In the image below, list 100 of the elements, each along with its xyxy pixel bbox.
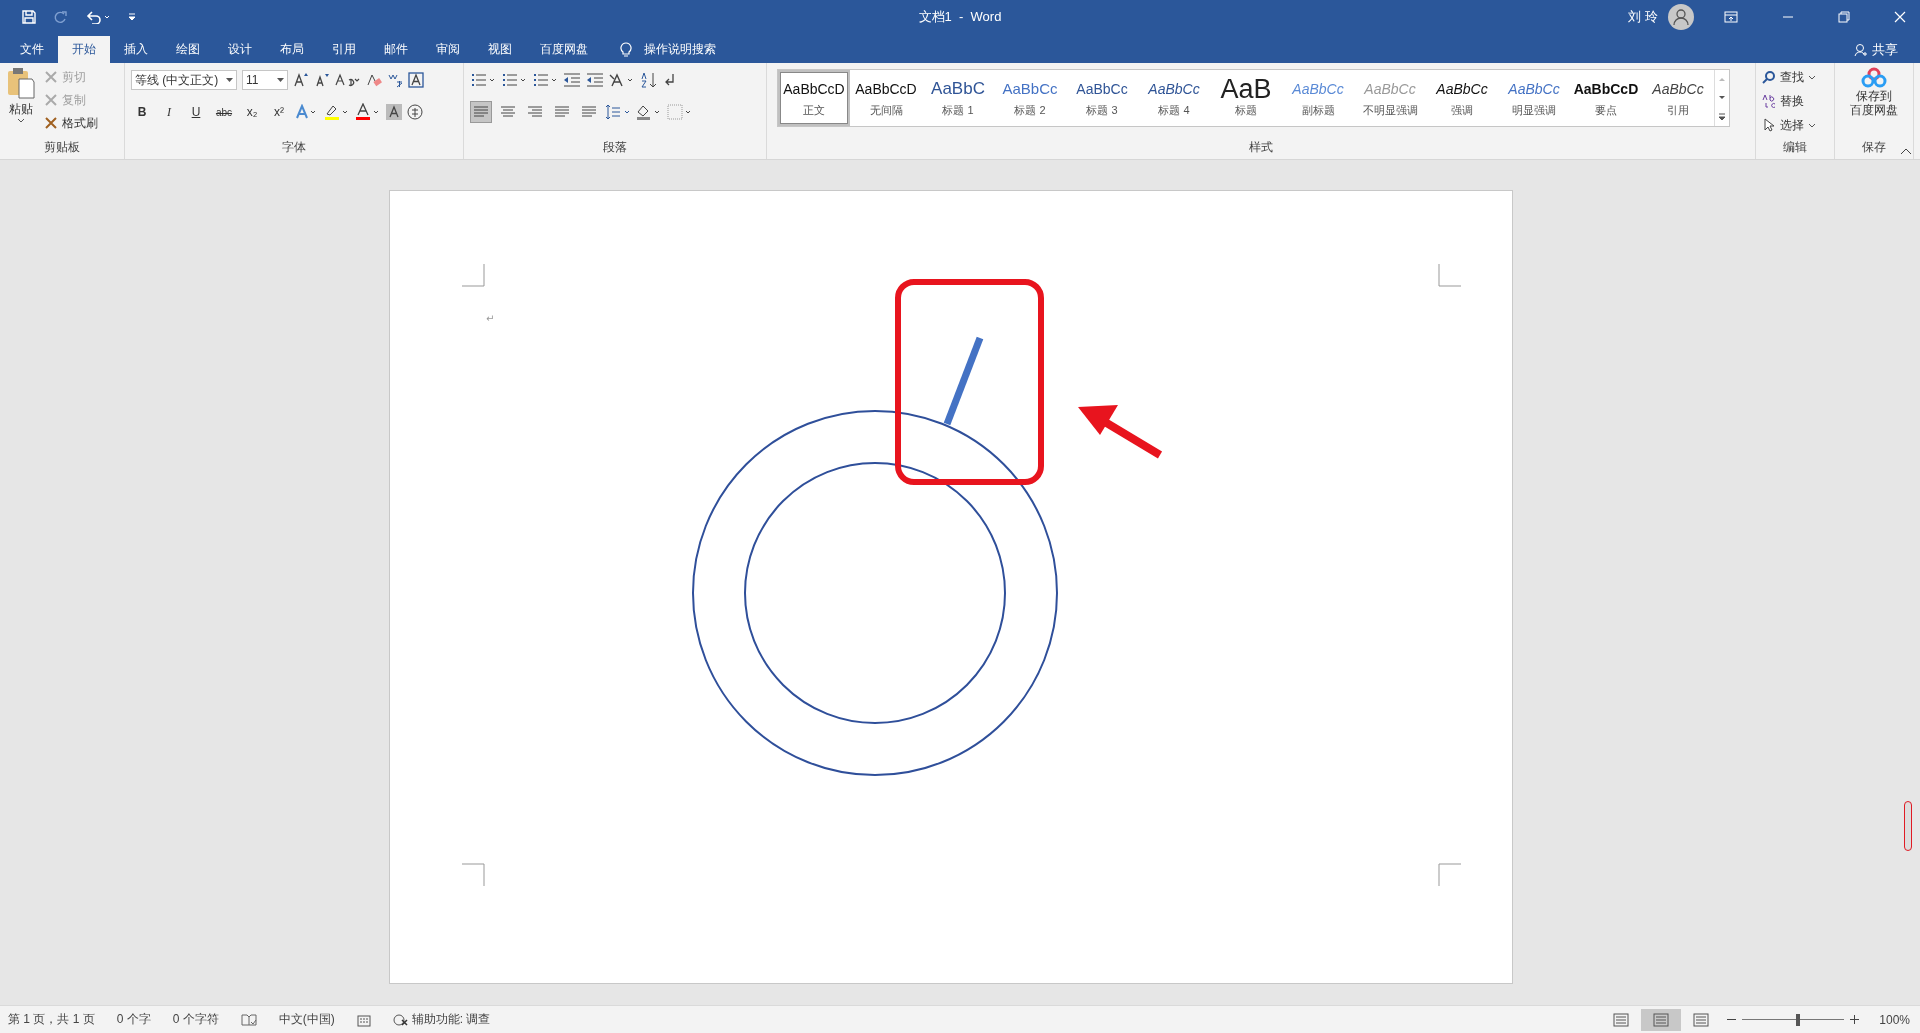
print-layout-icon[interactable]	[1641, 1008, 1682, 1031]
group-label: 保存	[1862, 139, 1886, 156]
ribbon-tab[interactable]: 开始	[58, 36, 110, 63]
dropdown-caret-icon	[226, 78, 233, 82]
caret-icon	[1808, 74, 1816, 80]
corner-mark	[1438, 863, 1462, 887]
restore-icon[interactable]	[1838, 10, 1850, 23]
corner-mark	[461, 263, 485, 287]
group-label: 字体	[282, 139, 306, 156]
multilevel-list-icon[interactable]	[532, 72, 558, 88]
corner-mark	[461, 863, 485, 887]
character-shading-icon[interactable]	[386, 104, 402, 120]
search-icon	[1762, 70, 1776, 84]
paste-button[interactable]: 粘贴	[6, 67, 36, 137]
increase-indent-icon[interactable]	[586, 72, 604, 88]
style-item[interactable]: AaBbCcD 要点	[1570, 70, 1642, 126]
pointer-icon	[1762, 118, 1776, 132]
caret-icon	[1808, 122, 1816, 128]
replace-icon	[1762, 94, 1776, 108]
share-button[interactable]: 共享	[1854, 36, 1898, 63]
style-item[interactable]: AaBbCc 引用	[1642, 70, 1714, 126]
format-button[interactable]: x²	[268, 101, 290, 123]
style-item[interactable]: AaBbCc 不明显强调	[1354, 70, 1426, 126]
lightbulb-icon	[620, 41, 632, 58]
character-count[interactable]: 0 个字符	[172, 1011, 219, 1028]
format-button[interactable]: abc	[212, 101, 236, 123]
font-color-icon[interactable]	[355, 103, 381, 121]
clipboard-button[interactable]: 格式刷	[44, 113, 98, 133]
style-item[interactable]: AaBbCcD 正文	[778, 70, 850, 126]
sort-icon[interactable]	[640, 72, 658, 88]
accessibility-check-icon	[392, 1012, 409, 1027]
style-item[interactable]: AaBbCc 标题 2	[994, 70, 1066, 126]
ribbon-tab[interactable]: 插入	[110, 36, 162, 63]
format-button[interactable]: I	[158, 101, 180, 123]
style-item[interactable]: AaBbCc 标题 4	[1138, 70, 1210, 126]
page-count[interactable]: 第 1 页，共 1 页	[8, 1011, 95, 1028]
zoom-in-icon[interactable]	[1850, 1015, 1860, 1024]
shading-icon[interactable]	[636, 104, 662, 120]
find-button[interactable]: 查找	[1762, 67, 1828, 87]
show-marks-icon[interactable]	[663, 72, 677, 88]
ribbon-tab[interactable]: 邮件	[370, 36, 422, 63]
cloud-logo-icon	[1861, 67, 1887, 89]
scroll-thumb[interactable]	[1904, 801, 1912, 851]
ribbon-tab[interactable]: 引用	[318, 36, 370, 63]
avatar-icon[interactable]	[1668, 3, 1694, 30]
undo-icon[interactable]	[86, 9, 110, 24]
proofing-icon[interactable]	[240, 1012, 257, 1027]
style-item[interactable]: AaBbCc 强调	[1426, 70, 1498, 126]
format-button[interactable]: B	[131, 101, 153, 123]
group-label: 编辑	[1783, 139, 1807, 156]
style-item[interactable]: AaBbCc 明显强调	[1498, 70, 1570, 126]
ribbon-tab[interactable]: 设计	[214, 36, 266, 63]
ribbon-display-icon[interactable]	[1724, 10, 1738, 23]
style-item[interactable]: AaBbCc 副标题	[1282, 70, 1354, 126]
character-border-icon[interactable]	[408, 72, 424, 88]
enclose-character-icon[interactable]	[407, 104, 423, 120]
accessibility-status[interactable]: 辅助功能: 调查	[392, 1011, 491, 1028]
group-label: 剪贴板	[44, 139, 80, 156]
tell-me-search[interactable]: 操作说明搜索	[616, 36, 720, 63]
language[interactable]: 中文(中国)	[278, 1011, 335, 1028]
format-button[interactable]: x₂	[241, 101, 263, 123]
line-spacing-icon[interactable]	[605, 104, 631, 120]
grow-font-icon[interactable]	[293, 72, 309, 88]
font-size-dropdown[interactable]: 11	[242, 70, 288, 90]
collapse-ribbon-icon[interactable]	[1900, 147, 1912, 155]
save-to-cloud-button[interactable]: 保存到 百度网盘	[1841, 67, 1907, 137]
ribbon-tab[interactable]: 文件	[6, 36, 58, 63]
close-icon[interactable]	[1894, 10, 1906, 23]
eraser-icon[interactable]	[366, 72, 382, 88]
highlight-icon[interactable]	[324, 103, 350, 121]
dropdown-caret-icon	[277, 78, 284, 82]
decrease-indent-icon[interactable]	[563, 72, 581, 88]
numbering-icon[interactable]	[501, 72, 527, 88]
redo-icon[interactable]	[54, 9, 68, 24]
format-button[interactable]: U	[185, 101, 207, 123]
ribbon-tab[interactable]: 布局	[266, 36, 318, 63]
phonetic-guide-icon[interactable]	[387, 72, 403, 88]
ribbon-tab[interactable]: 视图	[474, 36, 526, 63]
change-case-icon[interactable]	[335, 72, 361, 88]
style-item[interactable]: AaBbCc 标题 3	[1066, 70, 1138, 126]
word-count[interactable]: 0 个字	[116, 1011, 151, 1028]
style-item[interactable]: AaBbCcD 无间隔	[850, 70, 922, 126]
save-icon[interactable]	[22, 9, 36, 24]
replace-button[interactable]: 替换	[1762, 91, 1828, 111]
bullets-icon[interactable]	[470, 72, 496, 88]
text-direction-icon[interactable]	[609, 72, 635, 88]
ribbon-tab[interactable]: 百度网盘	[526, 36, 602, 63]
corner-mark	[1438, 263, 1462, 287]
ribbon-tab[interactable]: 审阅	[422, 36, 474, 63]
style-item[interactable]: AaB 标题	[1210, 70, 1282, 126]
person-add-icon	[1854, 42, 1868, 57]
ribbon-tab[interactable]: 绘图	[162, 36, 214, 63]
zoom-level[interactable]: 100%	[1879, 1012, 1910, 1027]
shrink-font-icon[interactable]	[314, 72, 330, 88]
font-name-dropdown[interactable]: 等线 (中文正文)	[131, 70, 237, 90]
user-name[interactable]: 刘 玲	[1628, 7, 1658, 26]
customize-caret-icon[interactable]	[128, 12, 136, 21]
style-item[interactable]: AaBbC 标题 1	[922, 70, 994, 126]
select-button[interactable]: 选择	[1762, 115, 1828, 135]
group-label: 段落	[603, 139, 627, 156]
